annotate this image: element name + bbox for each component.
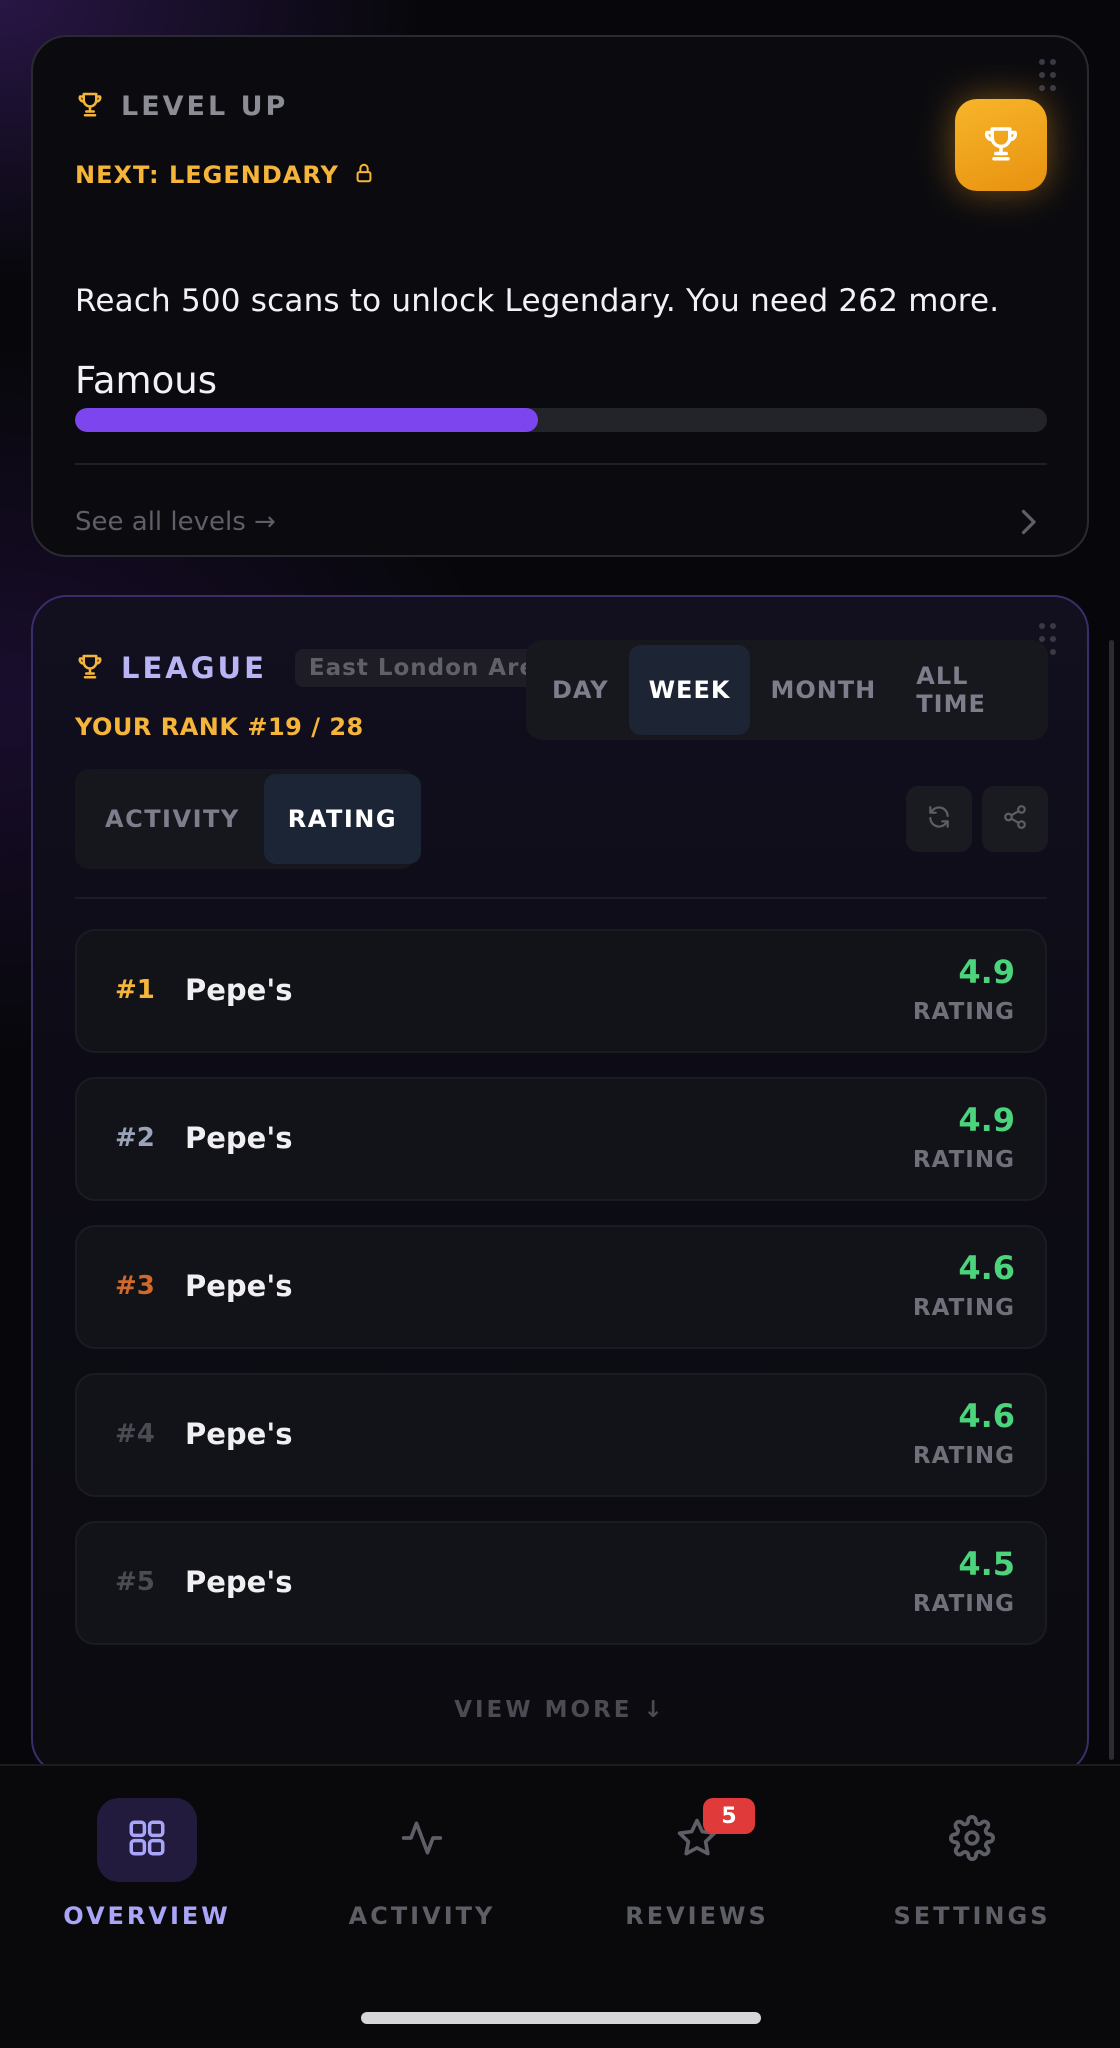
nav-reviews[interactable]: 5 REVIEWS bbox=[587, 1798, 807, 1930]
nav-activity[interactable]: ACTIVITY bbox=[312, 1798, 532, 1930]
row-rank: #1 bbox=[115, 975, 155, 1005]
nav-label: OVERVIEW bbox=[63, 1902, 231, 1930]
grid-icon bbox=[126, 1817, 168, 1863]
drag-handle[interactable] bbox=[1039, 59, 1056, 99]
scrollbar[interactable] bbox=[1109, 640, 1114, 1760]
row-name: Pepe's bbox=[185, 973, 293, 1007]
view-more-button[interactable]: VIEW MORE ↓ bbox=[33, 1697, 1087, 1723]
row-name: Pepe's bbox=[185, 1269, 293, 1303]
row-value: 4.5 bbox=[958, 1545, 1015, 1583]
trophy-badge bbox=[955, 99, 1047, 191]
leaderboard-row[interactable]: #1 Pepe's 4.9 RATING bbox=[75, 929, 1047, 1053]
lock-icon bbox=[353, 161, 375, 189]
mode-tabs: ACTIVITY RATING bbox=[75, 769, 422, 869]
home-indicator[interactable] bbox=[361, 2012, 761, 2024]
gear-icon bbox=[949, 1815, 995, 1865]
see-all-levels-link[interactable]: See all levels → bbox=[75, 507, 276, 537]
tab-day[interactable]: DAY bbox=[532, 645, 629, 735]
your-rank: YOUR RANK #19 / 28 bbox=[75, 713, 364, 741]
chevron-right-icon[interactable] bbox=[1017, 507, 1039, 541]
tab-activity[interactable]: ACTIVITY bbox=[81, 774, 264, 864]
level-title: LEVEL UP bbox=[121, 90, 289, 122]
notification-badge: 5 bbox=[703, 1798, 755, 1834]
leaderboard-row[interactable]: #5 Pepe's 4.5 RATING bbox=[75, 1521, 1047, 1645]
leaderboard-row[interactable]: #2 Pepe's 4.9 RATING bbox=[75, 1077, 1047, 1201]
activity-icon bbox=[400, 1816, 444, 1864]
row-name: Pepe's bbox=[185, 1121, 293, 1155]
row-rank: #2 bbox=[115, 1123, 155, 1153]
leaderboard-list: #1 Pepe's 4.9 RATING #2 Pepe's 4.9 RATIN… bbox=[75, 929, 1047, 1669]
level-progress-bar bbox=[75, 408, 1047, 432]
nav-icon-container bbox=[372, 1798, 472, 1882]
divider bbox=[75, 897, 1047, 899]
nav-overview[interactable]: OVERVIEW bbox=[37, 1798, 257, 1930]
current-level: Famous bbox=[75, 359, 217, 402]
row-rank: #5 bbox=[115, 1567, 155, 1597]
trophy-icon bbox=[75, 89, 105, 123]
row-unit: RATING bbox=[912, 1443, 1015, 1469]
bottom-nav: OVERVIEW ACTIVITY 5 REVIEWS SETTINGS bbox=[0, 1764, 1120, 2048]
leaderboard-row[interactable]: #4 Pepe's 4.6 RATING bbox=[75, 1373, 1047, 1497]
row-unit: RATING bbox=[912, 1147, 1015, 1173]
nav-settings[interactable]: SETTINGS bbox=[862, 1798, 1082, 1930]
nav-icon-container bbox=[922, 1798, 1022, 1882]
nav-icon-container: 5 bbox=[647, 1798, 755, 1882]
period-tabs: DAY WEEK MONTH ALL TIME bbox=[526, 640, 1048, 740]
refresh-button[interactable] bbox=[906, 786, 972, 852]
nav-label: SETTINGS bbox=[893, 1902, 1051, 1930]
row-unit: RATING bbox=[912, 999, 1015, 1025]
trophy-icon bbox=[980, 122, 1022, 168]
tab-rating[interactable]: RATING bbox=[263, 774, 422, 864]
row-value: 4.6 bbox=[958, 1249, 1015, 1287]
share-icon bbox=[1002, 804, 1028, 834]
row-value: 4.9 bbox=[958, 953, 1015, 991]
nav-label: ACTIVITY bbox=[348, 1902, 496, 1930]
league-card: LEAGUE East London Area YOUR RANK #19 / … bbox=[31, 595, 1089, 1775]
tab-month[interactable]: MONTH bbox=[750, 645, 896, 735]
level-header: LEVEL UP bbox=[75, 89, 288, 123]
divider bbox=[75, 463, 1047, 465]
row-value: 4.6 bbox=[958, 1397, 1015, 1435]
league-title: LEAGUE bbox=[121, 651, 267, 685]
row-rank: #3 bbox=[115, 1271, 155, 1301]
row-unit: RATING bbox=[912, 1591, 1015, 1617]
row-rank: #4 bbox=[115, 1419, 155, 1449]
nav-icon-container bbox=[97, 1798, 197, 1882]
trophy-icon bbox=[75, 651, 105, 685]
row-name: Pepe's bbox=[185, 1565, 293, 1599]
leaderboard-row[interactable]: #3 Pepe's 4.6 RATING bbox=[75, 1225, 1047, 1349]
tab-week[interactable]: WEEK bbox=[628, 645, 751, 735]
nav-label: REVIEWS bbox=[625, 1902, 769, 1930]
level-card: LEVEL UP NEXT: LEGENDARY Reach 500 scans… bbox=[31, 35, 1089, 557]
next-level-row: NEXT: LEGENDARY bbox=[75, 161, 375, 189]
row-value: 4.9 bbox=[958, 1101, 1015, 1139]
refresh-icon bbox=[926, 804, 952, 834]
level-progress-fill bbox=[75, 408, 538, 432]
league-header: LEAGUE East London Area bbox=[75, 649, 567, 687]
row-unit: RATING bbox=[912, 1295, 1015, 1321]
level-description: Reach 500 scans to unlock Legendary. You… bbox=[75, 283, 1000, 319]
share-button[interactable] bbox=[982, 786, 1048, 852]
row-name: Pepe's bbox=[185, 1417, 293, 1451]
tab-all-time[interactable]: ALL TIME bbox=[896, 645, 1042, 735]
next-level-label: NEXT: LEGENDARY bbox=[75, 161, 339, 189]
